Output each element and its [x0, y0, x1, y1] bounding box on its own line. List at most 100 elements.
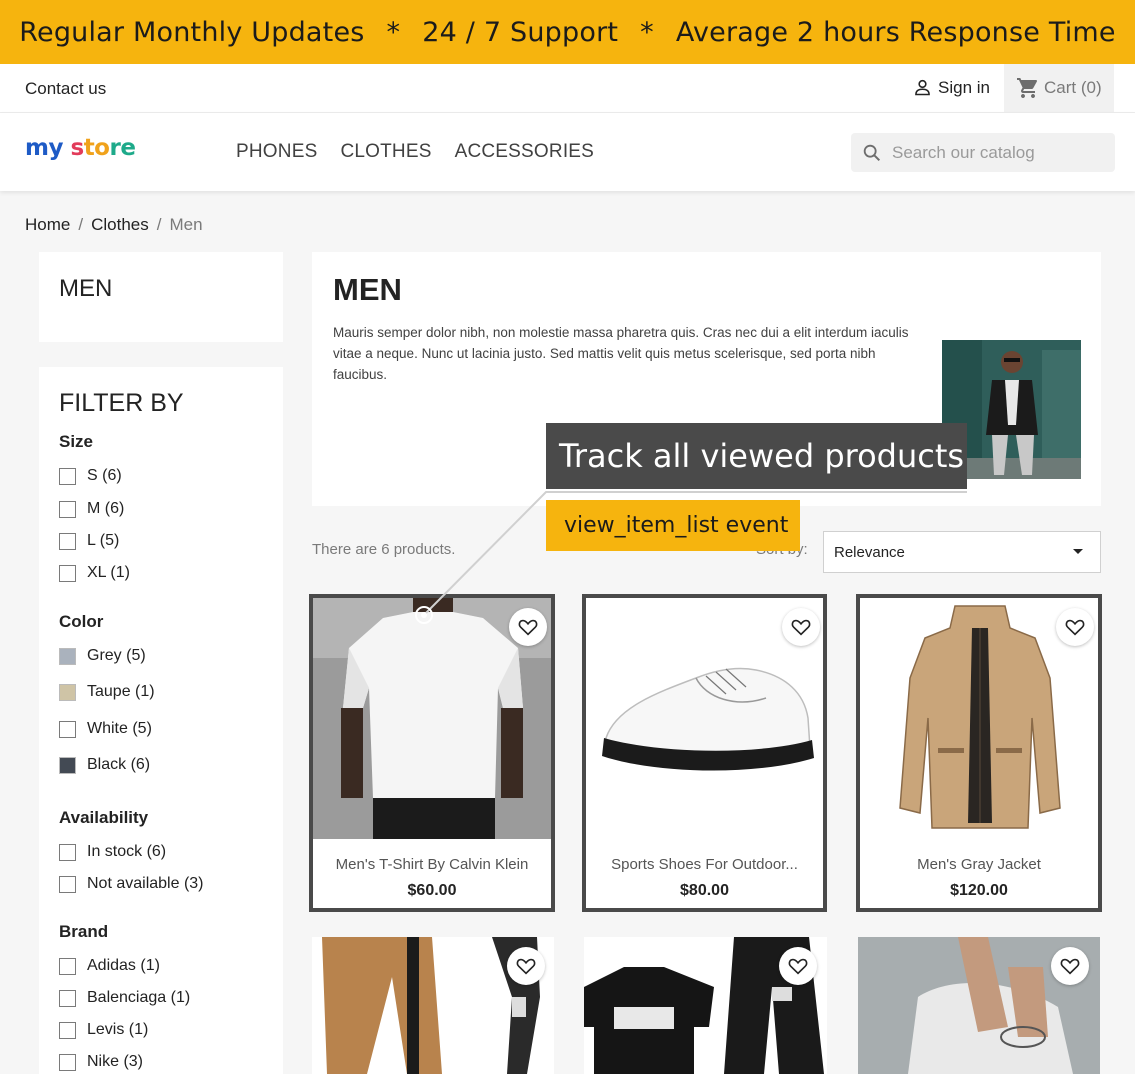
- wishlist-button[interactable]: [779, 947, 817, 985]
- filter-not-available[interactable]: Not available (3): [59, 875, 204, 893]
- product-count: There are 6 products.: [312, 541, 456, 558]
- filter-color-taupe[interactable]: Taupe (1): [59, 683, 155, 701]
- filter-title: FILTER BY: [59, 389, 184, 417]
- breadcrumb: Home / Clothes / Men: [25, 215, 203, 235]
- breadcrumb-divider: /: [78, 215, 84, 234]
- search-input[interactable]: [892, 142, 1092, 163]
- breadcrumb-current: Men: [169, 215, 203, 234]
- promo-banner: Regular Monthly Updates * 24 / 7 Support…: [0, 0, 1135, 64]
- product-card[interactable]: [584, 937, 827, 1074]
- filter-label: Taupe (1): [87, 683, 155, 700]
- promo-separator: *: [640, 16, 654, 48]
- filter-brand-adidas[interactable]: Adidas (1): [59, 957, 160, 975]
- product-name[interactable]: Men's T-Shirt By Calvin Klein: [313, 856, 551, 873]
- checkbox[interactable]: [59, 1053, 76, 1071]
- filter-label: XL (1): [87, 564, 130, 581]
- filter-label: Nike (3): [87, 1053, 144, 1070]
- filter-label: M (6): [87, 500, 125, 517]
- wishlist-button[interactable]: [1051, 947, 1089, 985]
- filter-color-white[interactable]: White (5): [59, 720, 152, 738]
- filter-color-grey[interactable]: Grey (5): [59, 647, 146, 665]
- filter-size-l[interactable]: L (5): [59, 532, 119, 550]
- promo-item-response: Average 2 hours Response Time: [675, 16, 1116, 48]
- contact-us-link[interactable]: Contact us: [25, 79, 106, 99]
- checkbox[interactable]: [59, 875, 76, 893]
- sort-select-value: Relevance: [834, 543, 905, 561]
- checkbox[interactable]: [59, 532, 76, 550]
- top-nav: Contact us Sign in Cart (0): [0, 64, 1135, 113]
- wishlist-button[interactable]: [509, 608, 547, 646]
- menu-item-phones[interactable]: PHONES: [236, 141, 317, 163]
- heart-icon: [791, 619, 811, 636]
- filter-size-xl[interactable]: XL (1): [59, 564, 130, 582]
- breadcrumb-divider: /: [156, 215, 162, 234]
- product-card[interactable]: Men's Gray Jacket $120.00: [856, 594, 1102, 912]
- wishlist-button[interactable]: [1056, 608, 1094, 646]
- filter-group-size-title: Size: [59, 432, 94, 451]
- search-box: [851, 133, 1115, 172]
- filter-label: Grey (5): [87, 647, 146, 664]
- product-card[interactable]: Men's T-Shirt By Calvin Klein $60.00: [309, 594, 555, 912]
- category-title: MEN: [333, 272, 402, 307]
- store-logo[interactable]: my store: [25, 135, 136, 161]
- annotation-event-tag: view_item_list event: [546, 500, 800, 551]
- color-swatch[interactable]: [59, 720, 76, 738]
- checkbox[interactable]: [59, 957, 76, 975]
- main-menu: PHONES CLOTHES ACCESSORIES: [236, 141, 594, 163]
- color-swatch[interactable]: [59, 683, 76, 701]
- logo-text-part: to: [83, 135, 110, 161]
- caret-down-icon: [1073, 549, 1083, 554]
- breadcrumb-home[interactable]: Home: [25, 215, 70, 235]
- product-card[interactable]: Sports Shoes For Outdoor... $80.00: [582, 594, 827, 912]
- wishlist-button[interactable]: [782, 608, 820, 646]
- checkbox[interactable]: [59, 843, 76, 861]
- filter-in-stock[interactable]: In stock (6): [59, 843, 166, 861]
- heart-icon: [1065, 619, 1085, 636]
- filter-label: S (6): [87, 467, 122, 484]
- filter-brand-nike[interactable]: Nike (3): [59, 1053, 143, 1071]
- filter-label: Levis (1): [87, 1021, 149, 1038]
- heart-icon: [1060, 958, 1080, 975]
- color-swatch[interactable]: [59, 647, 76, 665]
- checkbox[interactable]: [59, 1021, 76, 1039]
- product-price: $120.00: [950, 882, 1008, 899]
- cart-label: Cart (0): [1044, 78, 1102, 97]
- menu-item-clothes[interactable]: CLOTHES: [340, 141, 431, 163]
- checkbox[interactable]: [59, 467, 76, 485]
- filter-size-s[interactable]: S (6): [59, 467, 122, 485]
- product-name[interactable]: Men's Gray Jacket: [860, 856, 1098, 873]
- search-icon[interactable]: [861, 142, 883, 164]
- cart-link[interactable]: Cart (0): [1004, 64, 1114, 112]
- product-price: $60.00: [407, 882, 457, 899]
- site-header: my store PHONES CLOTHES ACCESSORIES: [0, 113, 1135, 191]
- breadcrumb-clothes[interactable]: Clothes: [91, 215, 149, 235]
- menu-item-accessories[interactable]: ACCESSORIES: [455, 141, 594, 163]
- promo-item-updates: Regular Monthly Updates: [19, 16, 365, 48]
- color-swatch[interactable]: [59, 756, 76, 774]
- filter-group-availability-title: Availability: [59, 808, 149, 827]
- checkbox[interactable]: [59, 500, 76, 518]
- checkbox[interactable]: [59, 564, 76, 582]
- filter-color-black[interactable]: Black (6): [59, 756, 150, 774]
- filter-size-m[interactable]: M (6): [59, 500, 124, 518]
- filter-brand-balenciaga[interactable]: Balenciaga (1): [59, 989, 190, 1007]
- product-card[interactable]: [858, 937, 1100, 1074]
- cart-icon: [1017, 78, 1038, 98]
- wishlist-button[interactable]: [507, 947, 545, 985]
- sign-in-link[interactable]: Sign in: [912, 77, 990, 98]
- product-name[interactable]: Sports Shoes For Outdoor...: [586, 856, 823, 873]
- filter-label: L (5): [87, 532, 120, 549]
- product-card[interactable]: [312, 937, 554, 1074]
- category-description: Mauris semper dolor nibh, non molestie m…: [333, 325, 909, 382]
- filter-brand-levis[interactable]: Levis (1): [59, 1021, 148, 1039]
- sort-select[interactable]: Relevance: [823, 531, 1101, 573]
- filter-group-brand-title: Brand: [59, 922, 109, 941]
- promo-item-support: 24 / 7 Support: [422, 16, 619, 48]
- heart-icon: [788, 958, 808, 975]
- filter-label: Black (6): [87, 756, 151, 773]
- checkbox[interactable]: [59, 989, 76, 1007]
- sidebar-category-title: MEN: [59, 275, 113, 302]
- logo-text-part: re: [109, 135, 136, 161]
- sidebar-category-box: MEN: [39, 252, 283, 342]
- heart-icon: [518, 619, 538, 636]
